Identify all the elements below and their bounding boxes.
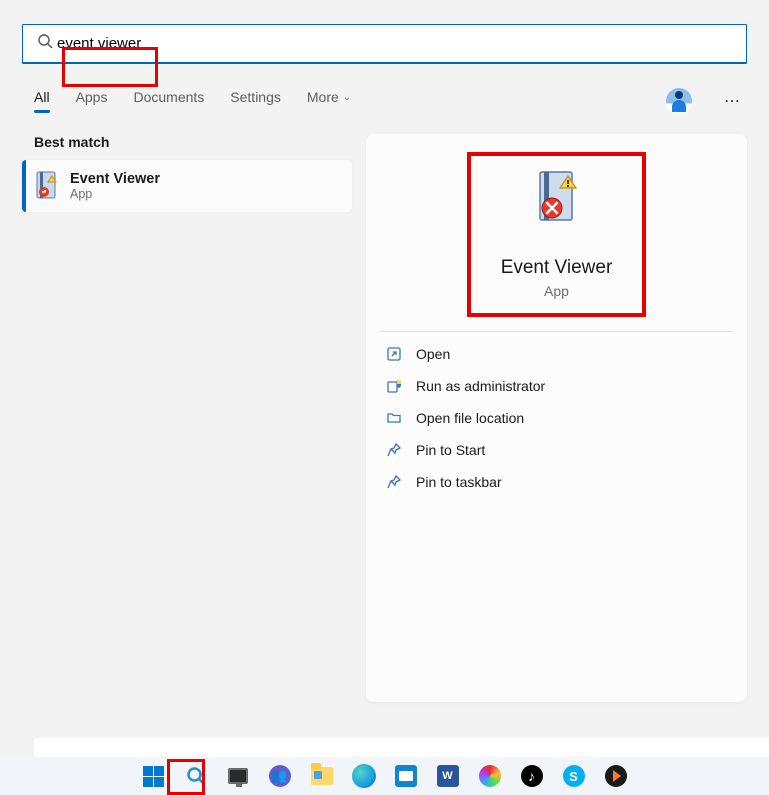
result-subtitle: App [70,187,160,201]
paint-button[interactable] [475,761,505,791]
event-viewer-icon [32,170,60,202]
folder-icon [386,410,402,426]
play-icon [605,765,627,787]
tab-more[interactable]: More ⌄ [307,89,351,113]
search-icon [186,766,206,786]
shield-icon [386,378,402,394]
action-label: Pin to taskbar [416,474,502,490]
skype-button[interactable]: S [559,761,589,791]
action-label: Run as administrator [416,378,545,394]
user-avatar[interactable] [666,88,692,114]
edge-button[interactable] [349,761,379,791]
action-open-location[interactable]: Open file location [380,402,733,434]
action-label: Open file location [416,410,524,426]
tab-apps[interactable]: Apps [76,89,108,113]
tab-more-label: More [307,89,339,105]
action-open[interactable]: Open [380,338,733,370]
result-title: Event Viewer [70,171,160,187]
media-player-button[interactable] [601,761,631,791]
more-options-button[interactable]: ⋯ [718,91,747,111]
action-pin-start[interactable]: Pin to Start [380,434,733,466]
task-view-button[interactable] [223,761,253,791]
tab-documents[interactable]: Documents [133,89,204,113]
word-button[interactable]: W [433,761,463,791]
divider [380,331,733,332]
preview-title: Event Viewer [501,257,613,279]
folder-icon [311,767,333,785]
tiktok-button[interactable]: ♪ [517,761,547,791]
word-icon: W [437,765,459,787]
chevron-down-icon: ⌄ [343,92,351,103]
action-label: Pin to Start [416,442,485,458]
store-button[interactable] [391,761,421,791]
start-button[interactable] [139,761,169,791]
chat-icon: 👥 [269,765,291,787]
edge-icon [352,764,376,788]
tab-all[interactable]: All [34,89,50,113]
tab-settings[interactable]: Settings [230,89,281,113]
taskbar-search-button[interactable] [181,761,211,791]
preview-panel: Event Viewer App Open Run as administrat… [366,134,747,702]
search-icon [23,33,57,54]
open-icon [386,346,402,362]
action-label: Open [416,346,450,362]
section-best-match: Best match [34,134,352,150]
chat-button[interactable]: 👥 [265,761,295,791]
search-input[interactable] [57,25,746,62]
file-explorer-button[interactable] [307,761,337,791]
taskbar: 👥 W ♪ S [0,757,769,795]
action-pin-taskbar[interactable]: Pin to taskbar [380,466,733,498]
store-icon [395,765,417,787]
skype-icon: S [563,765,585,787]
annotation-highlight-preview: Event Viewer App [471,156,643,313]
gap [34,738,769,757]
preview-subtitle: App [501,283,613,299]
result-item-event-viewer[interactable]: Event Viewer App [22,160,352,212]
paint-icon [479,765,501,787]
tiktok-icon: ♪ [521,765,543,787]
event-viewer-icon-large [530,168,582,230]
pin-icon [386,442,402,458]
action-run-admin[interactable]: Run as administrator [380,370,733,402]
windows-logo-icon [143,766,164,787]
task-view-icon [228,768,248,784]
search-bar[interactable] [22,24,747,64]
pin-icon [386,474,402,490]
